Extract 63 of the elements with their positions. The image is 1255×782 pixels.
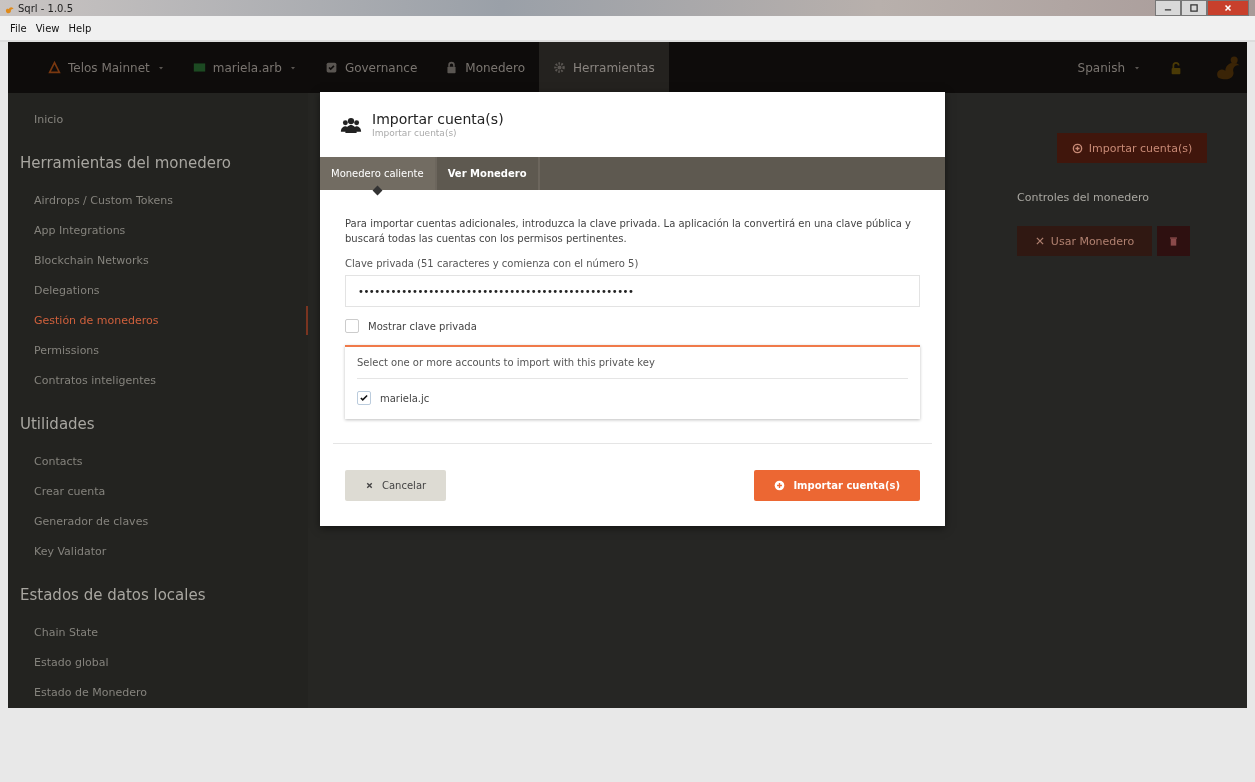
dialog-title: Importar cuenta(s) <box>372 111 504 127</box>
cross-icon <box>1034 236 1045 246</box>
pointer-icon <box>372 185 383 196</box>
users-icon <box>340 115 362 134</box>
sidebar-item[interactable]: Permissions <box>8 336 308 365</box>
menu-item[interactable]: Help <box>68 22 92 34</box>
field-label: Clave privada (51 caracteres y comienza con el número 5) <box>345 258 640 269</box>
maximize-icon <box>1189 3 1199 13</box>
sidebar-item[interactable]: Estado global <box>8 648 308 677</box>
menu-item[interactable]: View <box>35 22 60 34</box>
close-icon <box>365 481 374 490</box>
menu-item[interactable]: File <box>10 22 27 34</box>
add-icon <box>1071 142 1083 154</box>
checkbox-label: mariela.jc <box>380 392 430 404</box>
panel-prompt: Select one or more accounts to import with this private key <box>357 357 908 379</box>
section-heading: Utilidades <box>20 415 96 433</box>
sidebar-item[interactable]: Delegations <box>8 276 308 305</box>
section-heading: Controles del monedero <box>1017 191 1149 204</box>
cancel-button[interactable]: Cancelar <box>345 470 447 501</box>
close-icon <box>1223 3 1233 13</box>
instructions-text: Para importar cuentas adicionales, introduzca la clave privada. La aplicación la convertirá en una clave pública y buscará todas las cuentas con los permisos pertinentes. <box>345 217 912 246</box>
nav-tab[interactable]: Governance <box>310 42 432 93</box>
use-wallet-button[interactable]: Usar Monedero <box>1017 226 1152 256</box>
dialog-subtitle: Importar cuenta(s) <box>372 128 458 138</box>
sidebar-item[interactable]: Key Validator <box>8 537 308 566</box>
nav-dropdown[interactable]: mariela.arb <box>178 42 311 93</box>
checkbox[interactable] <box>357 391 371 405</box>
private-key-field[interactable]: ••••••••••••••••••••••••••••••••••••••••••••••••••• <box>345 275 920 307</box>
sidebar-item[interactable]: Estado de Monedero <box>8 678 308 707</box>
sidebar-item[interactable]: Airdrops / Custom Tokens <box>8 186 308 215</box>
lock-icon <box>445 61 459 74</box>
nav-dropdown[interactable]: Telos Mainnet <box>34 42 179 93</box>
sidebar-item[interactable]: Contratos inteligentes <box>8 366 308 395</box>
nav-tab[interactable]: Monedero <box>431 42 539 93</box>
section-heading: Estados de datos locales <box>20 586 207 604</box>
minimize-button[interactable] <box>1155 0 1181 16</box>
sidebar-item[interactable]: Gestión de monederos <box>8 306 308 335</box>
add-icon <box>774 480 786 491</box>
import-account-button[interactable]: Importar cuenta(s) <box>1057 133 1207 163</box>
checkbox-label: Mostrar clave privada <box>368 320 477 332</box>
sidebar-item[interactable]: Crear cuenta <box>8 477 308 506</box>
sidebar-item[interactable]: Blockchain Networks <box>8 246 308 275</box>
account-icon <box>192 61 206 74</box>
language-dropdown[interactable]: Spanish <box>1077 42 1141 93</box>
checkmark-icon <box>359 393 369 403</box>
unlock-icon[interactable] <box>1169 60 1183 75</box>
close-button[interactable] <box>1207 0 1249 16</box>
window-title: Sqrl - 1.0.5 <box>18 2 74 14</box>
delete-button[interactable] <box>1157 226 1190 256</box>
section-heading: Herramientas del monedero <box>20 154 232 172</box>
maximize-button[interactable] <box>1181 0 1207 16</box>
checkbox[interactable] <box>345 319 359 333</box>
sidebar-item[interactable]: Inicio <box>8 105 308 134</box>
sidebar-item[interactable]: App Integrations <box>8 216 308 245</box>
import-button[interactable]: Importar cuenta(s) <box>754 470 920 501</box>
sidebar-item[interactable]: Chain State <box>8 618 308 647</box>
sidebar-item[interactable]: Contacts <box>8 447 308 476</box>
settings-icon <box>553 61 566 74</box>
sidebar-item[interactable]: Generador de claves <box>8 507 308 536</box>
network-icon <box>48 61 61 74</box>
nav-tab[interactable]: Herramientas <box>539 42 669 93</box>
checkbox-icon <box>324 61 338 74</box>
trash-icon <box>1168 235 1179 247</box>
